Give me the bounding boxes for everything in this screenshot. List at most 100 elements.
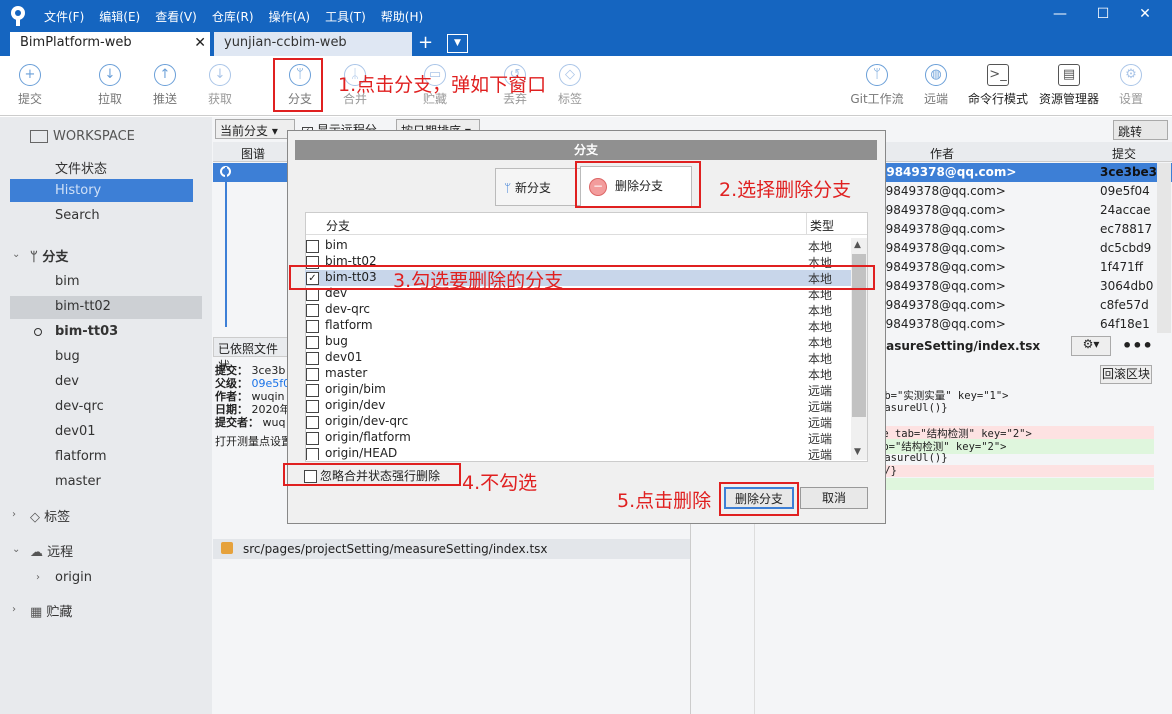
branch-checkbox[interactable] [306, 416, 319, 429]
commit-button[interactable]: + 提交 [5, 64, 55, 107]
branch-name: origin/bim [325, 382, 386, 396]
branch-checkbox[interactable] [306, 400, 319, 413]
cancel-button[interactable]: 取消 [800, 487, 868, 509]
branch-row[interactable]: origin/HEAD 远端 [305, 446, 851, 460]
scroll-up-icon[interactable]: ▲ [854, 240, 861, 250]
tags-header[interactable]: ◇ 标签 [30, 506, 70, 525]
col-divider [806, 213, 807, 235]
fetch-icon: ↓ [209, 64, 231, 86]
settings-button[interactable]: ⚙ 设置 [1106, 64, 1156, 107]
tab-yunjian[interactable]: yunjian-ccbim-web [214, 32, 412, 56]
remote-button[interactable]: ◍ 远端 [911, 64, 961, 107]
branch-row[interactable]: origin/bim 远端 [305, 382, 851, 398]
branch-checkbox[interactable] [306, 368, 319, 381]
sidebar-branch-dev[interactable]: dev [55, 374, 79, 389]
branch-row[interactable]: master 本地 [305, 366, 851, 382]
branch-row[interactable]: flatform 本地 [305, 318, 851, 334]
branch-checkbox[interactable] [306, 336, 319, 349]
branch-name: origin/dev [325, 398, 386, 412]
workspace-label: WORKSPACE [53, 129, 135, 144]
branch-checkbox[interactable] [306, 240, 319, 253]
branch-checkbox[interactable] [306, 384, 319, 397]
jump-to-button[interactable]: 跳转到： [1113, 120, 1168, 156]
tag-button[interactable]: ◇ 标签 [545, 64, 595, 107]
commit-details: 提交： 3ce3b 父级： 09e5f0 作者： wuqin 日期： 2020年… [215, 364, 292, 448]
chevron-right-icon[interactable]: › [12, 509, 16, 520]
ws-history[interactable]: History [55, 183, 101, 198]
menu-action[interactable]: 操作(A) [269, 8, 311, 25]
branch-filter-select[interactable]: 当前分支 ▾ [215, 119, 295, 139]
sidebar-branch-dev01[interactable]: dev01 [55, 424, 96, 439]
branch-row[interactable]: bim 本地 [305, 238, 851, 254]
col-commit: 提交 [1112, 147, 1137, 161]
branch-filter-label: 当前分支 [220, 124, 269, 138]
explorer-button[interactable]: ▤ 资源管理器 [1035, 64, 1103, 107]
chevron-down-icon[interactable]: ⌄ [12, 249, 20, 260]
chevron-right-icon[interactable]: › [36, 572, 40, 583]
gitflow-button[interactable]: ᛘ Git工作流 [848, 64, 906, 107]
highlight-force-checkbox [283, 463, 461, 486]
remote-origin[interactable]: origin [55, 570, 92, 585]
branch-header[interactable]: ᛘ 分支 [30, 246, 68, 265]
tab-dropdown-icon[interactable]: ▼ [447, 34, 468, 53]
chevron-right-icon[interactable]: › [12, 604, 16, 615]
menu-repo[interactable]: 仓库(R) [212, 8, 254, 25]
maximize-icon[interactable]: ☐ [1093, 6, 1113, 22]
branch-checkbox[interactable] [306, 352, 319, 365]
branch-row[interactable]: dev-qrc 本地 [305, 302, 851, 318]
file-sort-select[interactable]: 已依照文件状 [213, 337, 293, 373]
gear-dropdown-icon[interactable]: ⚙▾ [1071, 336, 1111, 356]
sidebar-branch-flatform[interactable]: flatform [55, 449, 107, 464]
sidebar-branch-master[interactable]: master [55, 474, 101, 489]
detail-value[interactable]: 09e5f0 [252, 377, 291, 390]
ws-file-status[interactable]: 文件状态 [55, 158, 107, 177]
sidebar-branch-bim[interactable]: bim [55, 274, 80, 289]
sidebar-branch-dev-qrc[interactable]: dev-qrc [55, 399, 104, 414]
sidebar-branch-bim-tt02[interactable]: bim-tt02 [55, 299, 111, 314]
fetch-button[interactable]: ↓ 获取 [195, 64, 245, 107]
branch-row[interactable]: origin/flatform 远端 [305, 430, 851, 446]
history-scrollbar[interactable] [1157, 163, 1171, 333]
ws-search[interactable]: Search [55, 208, 100, 223]
menu-file[interactable]: 文件(F) [44, 8, 84, 25]
remote-header[interactable]: ☁ 远程 [30, 541, 73, 560]
revert-hunk-button[interactable]: 回滚区块 [1100, 365, 1152, 384]
stash-header[interactable]: ▦ 贮藏 [30, 601, 72, 620]
code-line: */} [878, 465, 1154, 477]
branch-name: bim [325, 238, 348, 252]
arrow-up-icon: ↑ [154, 64, 176, 86]
close-tab-icon[interactable]: ✕ [194, 35, 206, 51]
menu-help[interactable]: 帮助(H) [381, 8, 423, 25]
terminal-button[interactable]: >_ 命令行模式 [965, 64, 1031, 107]
minimize-icon[interactable]: — [1050, 6, 1070, 22]
branch-name: master [325, 366, 368, 380]
branch-row[interactable]: origin/dev 远端 [305, 398, 851, 414]
chevron-down-icon[interactable]: ⌄ [12, 544, 20, 555]
branch-row[interactable]: bug 本地 [305, 334, 851, 350]
modified-file-icon [221, 542, 233, 554]
tab-bimplatform[interactable]: BimPlatform-web ✕ [10, 32, 210, 56]
pull-button[interactable]: ↓ 拉取 [85, 64, 135, 107]
tag-icon: ◇ [30, 510, 45, 525]
menu-view[interactable]: 查看(V) [155, 8, 197, 25]
menu-edit[interactable]: 编辑(E) [99, 8, 140, 25]
branch-checkbox[interactable] [306, 320, 319, 333]
sidebar-branch-bim-tt03[interactable]: bim-tt03 [55, 324, 118, 339]
detail-label: 作者： [215, 390, 248, 403]
branch-checkbox[interactable] [306, 304, 319, 317]
add-tab-icon[interactable]: + [418, 33, 433, 53]
file-list-row[interactable]: src/pages/projectSetting/measureSetting/… [213, 539, 690, 559]
branch-checkbox[interactable] [306, 448, 319, 460]
scroll-down-icon[interactable]: ▼ [854, 447, 861, 457]
branch-row[interactable]: dev01 本地 [305, 350, 851, 366]
tab-new-branch[interactable]: ᛘ 新分支 [495, 168, 581, 206]
close-icon[interactable]: ✕ [1135, 6, 1155, 22]
branch-row[interactable]: origin/dev-qrc 远端 [305, 414, 851, 430]
push-button[interactable]: ↑ 推送 [140, 64, 190, 107]
sidebar-branch-bug[interactable]: bug [55, 349, 80, 364]
col-graph: 图谱 [241, 147, 266, 161]
gitflow-label: Git工作流 [850, 92, 904, 106]
branch-checkbox[interactable] [306, 432, 319, 445]
menu-tools[interactable]: 工具(T) [325, 8, 366, 25]
more-icon[interactable]: ••• [1122, 336, 1153, 355]
